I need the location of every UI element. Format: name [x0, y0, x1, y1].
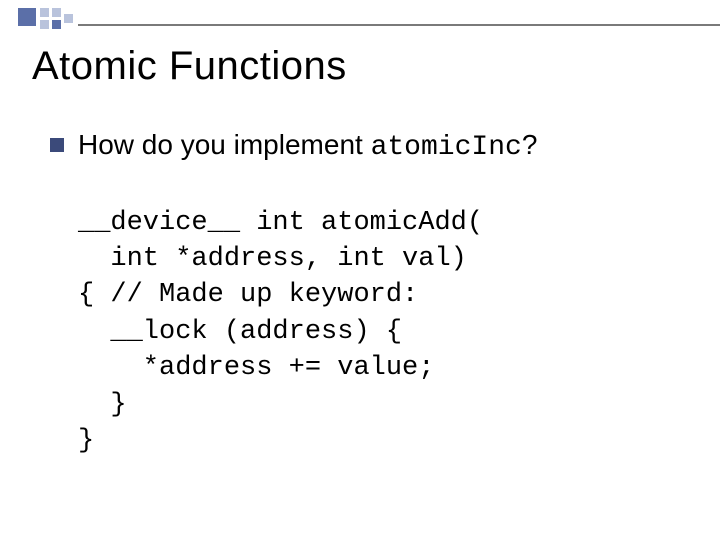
- code-line: *address += value;: [78, 353, 434, 383]
- code-block: __device__ int atomicAdd( int *address, …: [78, 205, 690, 460]
- bullet-item: How do you implement atomicInc?: [50, 128, 690, 165]
- deco-square: [40, 20, 49, 29]
- header-decoration: [18, 8, 720, 28]
- code-line: __device__ int atomicAdd(: [78, 208, 483, 238]
- code-line: }: [78, 390, 127, 420]
- slide-body: How do you implement atomicInc? __device…: [50, 128, 690, 460]
- deco-square: [40, 8, 49, 17]
- deco-square: [52, 20, 61, 29]
- code-line: { // Made up keyword:: [78, 280, 418, 310]
- bullet-suffix: ?: [522, 129, 538, 160]
- bullet-icon: [50, 138, 64, 152]
- header-rule: [78, 24, 720, 26]
- code-line: }: [78, 426, 94, 456]
- bullet-prefix: How do you implement: [78, 129, 371, 160]
- bullet-code: atomicInc: [371, 132, 522, 163]
- slide: Atomic Functions How do you implement at…: [0, 0, 720, 540]
- deco-square: [18, 8, 36, 26]
- deco-square: [64, 14, 73, 23]
- code-line: __lock (address) {: [78, 317, 402, 347]
- deco-square: [52, 8, 61, 17]
- slide-title: Atomic Functions: [32, 44, 347, 89]
- code-line: int *address, int val): [78, 244, 467, 274]
- bullet-text: How do you implement atomicInc?: [78, 128, 537, 165]
